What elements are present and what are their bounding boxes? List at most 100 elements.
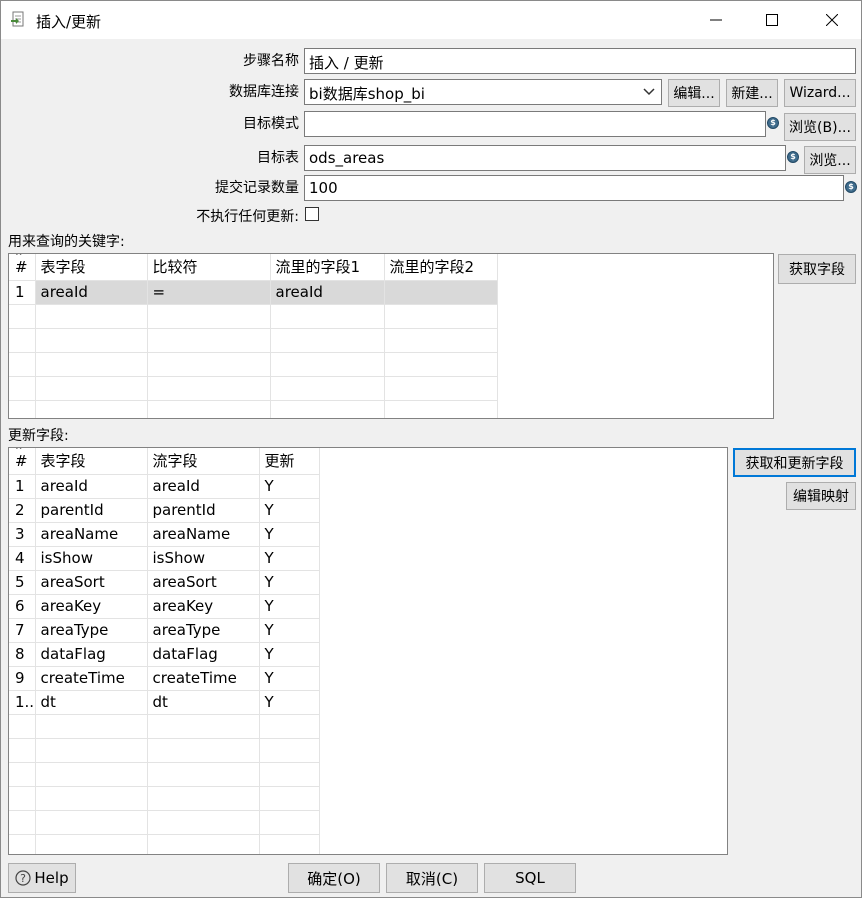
column-header[interactable]: ^ # — [9, 447, 36, 475]
table-row[interactable]: 4 isShow isShow Y — [9, 546, 320, 571]
maximize-button[interactable] — [743, 1, 801, 39]
ok-button[interactable]: 确定(O) — [288, 863, 380, 893]
table-cell[interactable]: = — [147, 280, 271, 305]
update-fields-section-label: 更新字段: — [8, 428, 69, 444]
table-cell[interactable]: dt — [35, 690, 148, 715]
target-schema-input[interactable] — [304, 111, 766, 137]
column-header[interactable]: 流字段 — [147, 448, 260, 475]
row-number: 2 — [9, 498, 36, 523]
table-cell[interactable]: parentId — [35, 498, 148, 523]
table-cell[interactable]: parentId — [147, 498, 260, 523]
table-cell[interactable]: isShow — [147, 546, 260, 571]
row-number: 7 — [9, 618, 36, 643]
no-update-label: 不执行任何更新: — [196, 209, 299, 225]
table-row[interactable]: 5 areaSort areaSort Y — [9, 570, 320, 595]
table-cell[interactable]: areaKey — [147, 594, 260, 619]
table-cell[interactable] — [384, 280, 498, 305]
target-table-label: 目标表 — [257, 150, 299, 166]
table-cell[interactable]: Y — [259, 498, 320, 523]
row-number: 5 — [9, 570, 36, 595]
table-cell[interactable]: areaId — [147, 474, 260, 499]
update-fields-table: ^ # 表字段 流字段 更新 1 areaId areaId Y 2 parentId pa… — [8, 447, 728, 855]
browse-table-button[interactable]: 浏览... — [804, 146, 856, 174]
wizard-button[interactable]: Wizard... — [784, 79, 856, 107]
row-number: 3 — [9, 522, 36, 547]
sort-caret-icon: ^ — [15, 447, 23, 456]
commit-size-label: 提交记录数量 — [215, 180, 299, 196]
table-cell[interactable]: areaType — [147, 618, 260, 643]
row-number: 1 — [9, 474, 36, 499]
table-row[interactable]: 7 areaType areaType Y — [9, 618, 320, 643]
variable-icon: $ — [845, 181, 857, 193]
table-row[interactable]: 1 areaId = areaId — [9, 280, 498, 305]
new-connection-button[interactable]: 新建... — [726, 79, 778, 107]
column-header[interactable]: 流里的字段1 — [270, 254, 385, 281]
step-name-input[interactable]: 插入 / 更新 — [304, 48, 856, 74]
table-cell[interactable]: Y — [259, 618, 320, 643]
column-header[interactable]: 表字段 — [35, 254, 148, 281]
close-button[interactable] — [803, 1, 861, 39]
variable-icon: $ — [787, 151, 799, 163]
minimize-icon — [710, 19, 722, 21]
table-cell[interactable]: areaId — [35, 280, 148, 305]
minimize-button[interactable] — [687, 1, 745, 39]
table-cell[interactable]: dataFlag — [147, 642, 260, 667]
table-cell[interactable]: dataFlag — [35, 642, 148, 667]
table-cell[interactable]: Y — [259, 546, 320, 571]
table-cell[interactable]: Y — [259, 666, 320, 691]
table-cell[interactable]: createTime — [35, 666, 148, 691]
table-cell[interactable]: areaSort — [35, 570, 148, 595]
column-header[interactable]: ^ # — [9, 253, 36, 281]
no-update-checkbox[interactable] — [305, 207, 319, 221]
table-cell[interactable]: areaId — [270, 280, 385, 305]
row-number: 1 — [9, 280, 36, 305]
edit-mapping-button[interactable]: 编辑映射 — [786, 482, 856, 510]
empty-row — [9, 834, 320, 854]
table-cell[interactable]: Y — [259, 474, 320, 499]
edit-connection-button[interactable]: 编辑... — [668, 79, 720, 107]
target-table-input[interactable]: ods_areas — [304, 145, 786, 171]
table-cell[interactable]: areaKey — [35, 594, 148, 619]
table-cell[interactable]: createTime — [147, 666, 260, 691]
table-row[interactable]: 6 areaKey areaKey Y — [9, 594, 320, 619]
table-cell[interactable]: isShow — [35, 546, 148, 571]
db-connection-select[interactable]: bi数据库shop_bi — [304, 79, 662, 105]
column-header[interactable]: 流里的字段2 — [384, 254, 498, 281]
table-cell[interactable]: Y — [259, 594, 320, 619]
empty-row — [9, 304, 498, 329]
table-row[interactable]: 2 parentId parentId Y — [9, 498, 320, 523]
table-cell[interactable]: dt — [147, 690, 260, 715]
get-fields-button[interactable]: 获取字段 — [778, 254, 856, 284]
table-cell[interactable]: Y — [259, 642, 320, 667]
table-row[interactable]: 9 createTime createTime Y — [9, 666, 320, 691]
table-cell[interactable]: Y — [259, 690, 320, 715]
app-icon — [10, 11, 26, 29]
table-cell[interactable]: areaName — [147, 522, 260, 547]
row-number: 8 — [9, 642, 36, 667]
browse-schema-button[interactable]: 浏览(B)... — [784, 113, 856, 141]
help-button[interactable]: ? Help — [8, 863, 76, 893]
column-header[interactable]: 更新 — [259, 448, 320, 475]
table-row[interactable]: 8 dataFlag dataFlag Y — [9, 642, 320, 667]
empty-row — [9, 738, 320, 763]
empty-row — [9, 400, 498, 418]
table-row[interactable]: 1.. dt dt Y — [9, 690, 320, 715]
table-cell[interactable]: Y — [259, 570, 320, 595]
close-icon — [826, 14, 838, 26]
column-header[interactable]: 比较符 — [147, 254, 271, 281]
table-cell[interactable]: Y — [259, 522, 320, 547]
sql-button[interactable]: SQL — [484, 863, 576, 893]
table-row[interactable]: 1 areaId areaId Y — [9, 474, 320, 499]
table-cell[interactable]: areaId — [35, 474, 148, 499]
table-row[interactable]: 3 areaName areaName Y — [9, 522, 320, 547]
commit-size-input[interactable]: 100 — [304, 175, 844, 201]
table-cell[interactable]: areaName — [35, 522, 148, 547]
cancel-button[interactable]: 取消(C) — [386, 863, 478, 893]
table-cell[interactable]: areaType — [35, 618, 148, 643]
column-header[interactable]: 表字段 — [35, 448, 148, 475]
table-cell[interactable]: areaSort — [147, 570, 260, 595]
db-connection-label: 数据库连接 — [229, 84, 299, 100]
window-title: 插入/更新 — [36, 13, 102, 31]
get-update-fields-button[interactable]: 获取和更新字段 — [733, 448, 856, 477]
sort-caret-icon: ^ — [15, 253, 23, 262]
